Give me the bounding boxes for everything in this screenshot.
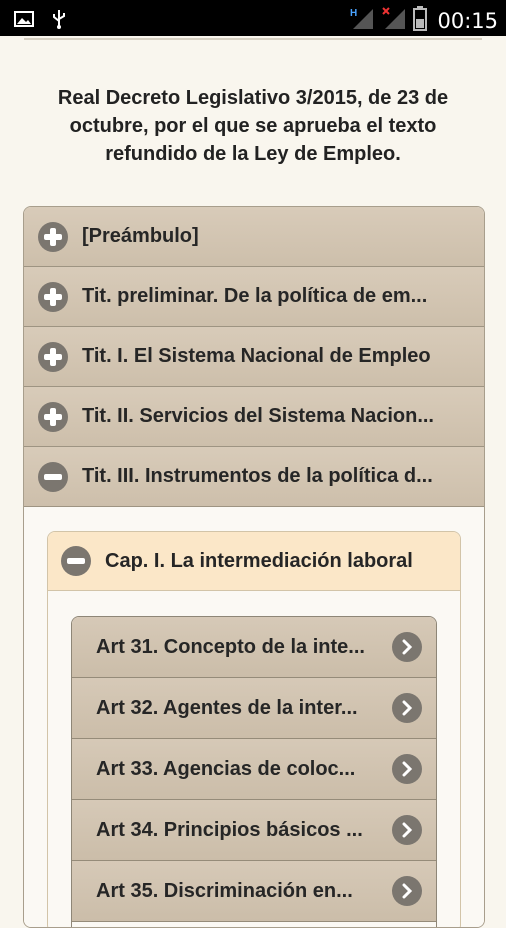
article-item-32[interactable]: Art 32. Agentes de la inter... [72, 678, 436, 739]
svg-text:H: H [350, 8, 357, 19]
expand-plus-icon [38, 341, 68, 372]
section-label: Tit. I. El Sistema Nacional de Empleo [82, 345, 431, 367]
section-tit-iii-content: Cap. I. La intermediación laboral Art 31… [24, 507, 484, 927]
article-label: Art 32. Agentes de la inter... [96, 696, 358, 719]
article-item-34[interactable]: Art 34. Principios básicos ... [72, 800, 436, 861]
clock: 00:15 [437, 8, 498, 33]
image-icon [14, 11, 34, 32]
chapter-collapsible: Cap. I. La intermediación laboral Art 31… [47, 531, 461, 927]
article-list: Art 31. Concepto de la inte... Art 32. A… [71, 616, 437, 927]
usb-icon [52, 9, 66, 34]
chevron-right-icon [392, 754, 422, 784]
section-tit-iii[interactable]: Tit. III. Instrumentos de la política d.… [24, 447, 484, 507]
expand-plus-icon [38, 401, 68, 432]
section-tit-preliminar[interactable]: Tit. preliminar. De la política de em... [24, 267, 484, 327]
section-label: Tit. III. Instrumentos de la política d.… [82, 465, 433, 487]
collapse-minus-icon [38, 461, 68, 492]
chevron-right-icon [392, 815, 422, 845]
chapter-i-header[interactable]: Cap. I. La intermediación laboral [48, 532, 460, 591]
section-tit-i[interactable]: Tit. I. El Sistema Nacional de Empleo [24, 327, 484, 387]
article-label: Art 33. Agencias de coloc... [96, 757, 356, 780]
chevron-right-icon [392, 693, 422, 723]
article-label: Art 35. Discriminación en... [96, 879, 353, 902]
article-item-35[interactable]: Art 35. Discriminación en... [72, 861, 436, 922]
section-label: [Preámbulo] [82, 225, 199, 247]
article-label: Art 31. Concepto de la inte... [96, 635, 365, 658]
battery-icon [413, 5, 428, 36]
signal-h-icon: H [349, 5, 375, 36]
article-item-31[interactable]: Art 31. Concepto de la inte... [72, 617, 436, 678]
chevron-right-icon [392, 876, 422, 906]
collapse-minus-icon [61, 546, 91, 576]
signal-x-icon [381, 5, 407, 36]
article-label: Art 34. Principios básicos ... [96, 818, 363, 841]
section-label: Tit. preliminar. De la política de em... [82, 285, 428, 307]
expand-plus-icon [38, 221, 68, 252]
header-divider [24, 38, 482, 40]
status-bar: H 00:15 [0, 0, 506, 36]
section-label: Tit. II. Servicios del Sistema Nacion... [82, 405, 434, 427]
expand-plus-icon [38, 281, 68, 312]
chevron-right-icon [392, 632, 422, 662]
section-accordion: [Preámbulo] Tit. preliminar. De la polít… [23, 206, 485, 928]
page-title: Real Decreto Legislativo 3/2015, de 23 d… [57, 87, 449, 165]
section-tit-ii[interactable]: Tit. II. Servicios del Sistema Nacion... [24, 387, 484, 447]
section-preambulo[interactable]: [Preámbulo] [24, 207, 484, 267]
article-item-33[interactable]: Art 33. Agencias de coloc... [72, 739, 436, 800]
chapter-label: Cap. I. La intermediación laboral [105, 549, 413, 572]
